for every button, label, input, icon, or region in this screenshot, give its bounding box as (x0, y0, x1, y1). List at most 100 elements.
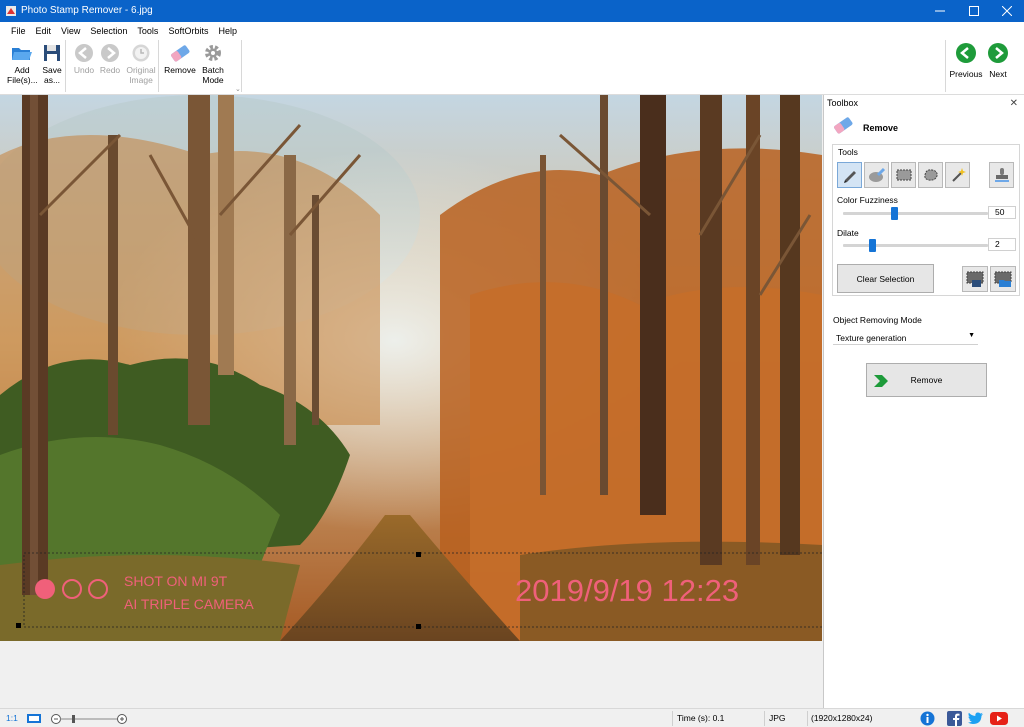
next-button[interactable]: Next (986, 42, 1010, 79)
zoom-slider-graphic[interactable] (50, 712, 128, 725)
arrow-left-icon (956, 43, 976, 63)
remove-button-label: Remove (910, 375, 943, 385)
close-icon (1002, 6, 1012, 16)
minimize-button[interactable] (923, 0, 957, 22)
menu-tools[interactable]: Tools (132, 26, 163, 36)
remove-toolbar-button[interactable]: Remove (163, 42, 197, 75)
eraser-icon (171, 45, 190, 62)
toolbar-overflow-icon[interactable]: ⌄ (235, 85, 241, 93)
title-bar: Photo Stamp Remover - 6.jpg (0, 0, 1024, 22)
image-dimensions: (1920x1280x24) (811, 713, 873, 723)
stamp-text-line1: SHOT ON MI 9T (124, 573, 228, 589)
save-mask-icon (966, 271, 984, 287)
gear-icon (205, 45, 221, 61)
previous-button[interactable]: Previous (948, 42, 984, 79)
photo-canvas[interactable]: SHOT ON MI 9T AI TRIPLE CAMERA 2019/9/19… (0, 95, 822, 641)
save-mask-button[interactable] (962, 266, 988, 292)
menu-file[interactable]: File (6, 26, 31, 36)
status-bar: 1:1 Time (s): 0.1 JPG (1920x1280x24) (0, 708, 1024, 727)
redo-button[interactable]: Redo (98, 42, 122, 75)
stamp-dot-filled (35, 579, 55, 599)
batch-mode-label: Batch Mode (202, 65, 224, 85)
undo-icon (75, 44, 93, 62)
toolbox-header: Toolbox (824, 95, 1024, 111)
menu-bar: File Edit View Selection Tools SoftOrbit… (0, 22, 1024, 40)
load-mask-icon (994, 271, 1012, 287)
dropdown-arrow-icon: ▼ (968, 332, 975, 339)
forest-photo[interactable]: SHOT ON MI 9T AI TRIPLE CAMERA 2019/9/19… (0, 95, 822, 641)
dilate-label: Dilate (837, 228, 859, 238)
stamp-tool-button[interactable] (989, 162, 1014, 188)
image-format: JPG (769, 713, 786, 723)
add-files-label: Add File(s)... (7, 65, 38, 85)
remove-button[interactable]: Remove (866, 363, 987, 397)
remove-toolbar-label: Remove (164, 65, 196, 75)
stamp-text-line2: AI TRIPLE CAMERA (124, 596, 254, 612)
brush-tool-button[interactable] (864, 162, 889, 188)
brush-icon (868, 167, 885, 182)
undo-label: Undo (73, 65, 95, 75)
add-files-button[interactable]: Add File(s)... (6, 42, 38, 85)
rectangle-select-icon (896, 169, 911, 181)
color-fuzziness-thumb[interactable] (890, 207, 898, 220)
maximize-button[interactable] (957, 0, 991, 22)
fit-screen-icon[interactable] (26, 713, 42, 724)
magic-wand-tool-button[interactable] (945, 162, 970, 188)
redo-label: Redo (99, 65, 121, 75)
menu-selection[interactable]: Selection (85, 26, 132, 36)
app-icon (6, 6, 16, 16)
object-removing-mode-select[interactable]: Texture generation ▼ (833, 330, 978, 345)
next-label: Next (989, 69, 1007, 79)
window-title: Photo Stamp Remover - 6.jpg (21, 5, 153, 16)
save-as-label: Save as... (42, 65, 62, 85)
rectangle-tool-button[interactable] (891, 162, 916, 188)
minimize-icon (935, 10, 945, 12)
batch-mode-button[interactable]: Batch Mode (198, 42, 228, 85)
dilate-track[interactable] (843, 244, 988, 247)
menu-edit[interactable]: Edit (31, 26, 57, 36)
previous-label: Previous (949, 69, 983, 79)
info-icon[interactable] (920, 711, 935, 726)
date-stamp: 2019/9/19 12:23 (515, 573, 739, 608)
folder-open-icon (12, 48, 32, 60)
facebook-icon[interactable] (947, 711, 962, 726)
redo-icon (101, 44, 119, 62)
pencil-tool-button[interactable] (837, 162, 862, 188)
lasso-tool-button[interactable] (918, 162, 943, 188)
remove-section-title: Remove (863, 123, 899, 133)
remove-arrow-icon (874, 375, 888, 387)
pencil-icon (843, 171, 856, 183)
save-icon (44, 45, 60, 61)
dilate-value[interactable]: 2 (988, 238, 1016, 251)
toolbox-close-icon[interactable]: ✕ (1010, 98, 1018, 109)
color-fuzziness-track[interactable] (843, 212, 988, 215)
color-fuzziness-value[interactable]: 50 (988, 206, 1016, 219)
zoom-slider[interactable] (50, 712, 128, 725)
clock-icon (132, 44, 150, 62)
close-button[interactable] (990, 0, 1024, 22)
menu-view[interactable]: View (56, 26, 85, 36)
maximize-icon (969, 6, 979, 16)
canvas-area[interactable]: SHOT ON MI 9T AI TRIPLE CAMERA 2019/9/19… (0, 95, 822, 708)
tools-label: Tools (838, 147, 858, 157)
load-mask-button[interactable] (990, 266, 1016, 292)
processing-time: Time (s): 0.1 (677, 713, 725, 723)
remove-section-icon (834, 117, 853, 134)
undo-button[interactable]: Undo (72, 42, 96, 75)
clear-selection-button[interactable]: Clear Selection (837, 264, 934, 293)
stamp-icon (994, 168, 1009, 182)
zoom-one-to-one[interactable]: 1:1 (6, 713, 18, 723)
dilate-thumb[interactable] (869, 239, 876, 252)
save-as-button[interactable]: Save as... (38, 42, 66, 85)
mode-selected-value: Texture generation (836, 333, 907, 343)
magic-wand-icon (951, 168, 966, 182)
toolbox-panel: Toolbox ✕ Remove Tools Color Fuzziness 5… (823, 95, 1024, 708)
menu-help[interactable]: Help (213, 26, 242, 36)
original-image-button[interactable]: Original Image (124, 42, 158, 85)
toolbar: Add File(s)... Save as... Undo Redo Orig… (0, 40, 1024, 95)
color-fuzziness-label: Color Fuzziness (837, 195, 898, 205)
twitter-icon[interactable] (968, 711, 984, 726)
youtube-icon[interactable] (990, 712, 1008, 725)
menu-softorbits[interactable]: SoftOrbits (163, 26, 213, 36)
object-removing-mode-label: Object Removing Mode (833, 315, 922, 325)
